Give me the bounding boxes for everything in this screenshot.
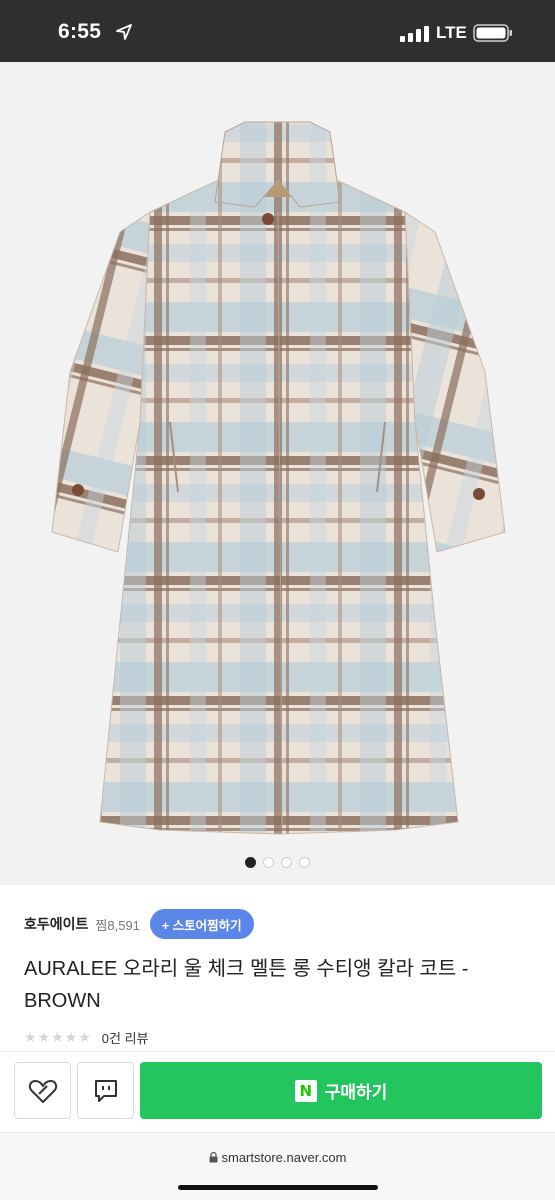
divider bbox=[0, 1051, 555, 1052]
store-info: 호두에이트 찜8,591 + 스토어찜하기 bbox=[24, 908, 254, 940]
buy-label: 구매하기 bbox=[324, 1083, 388, 1102]
signal-bars-icon bbox=[400, 26, 429, 42]
network-label: LTE bbox=[436, 23, 467, 42]
store-fav-button[interactable]: + 스토어찜하기 bbox=[149, 909, 254, 939]
product-image-coat bbox=[51, 121, 506, 835]
home-indicator[interactable] bbox=[178, 1185, 378, 1190]
review-count-link[interactable]: 0건 리뷰 bbox=[102, 1028, 149, 1047]
rating-row: ★★★★★ 0건 리뷰 bbox=[24, 1027, 149, 1047]
rating-stars: ★★★★★ bbox=[24, 1028, 92, 1045]
heart-icon bbox=[28, 1079, 57, 1103]
status-bar: 6:55 LTE bbox=[0, 0, 555, 62]
url-text: smartstore.naver.com bbox=[221, 1150, 347, 1165]
battery-icon bbox=[473, 24, 512, 42]
browser-address-bar: smartstore.naver.com bbox=[0, 1132, 555, 1200]
product-image-carousel[interactable] bbox=[0, 62, 555, 885]
carousel-indicator bbox=[0, 857, 555, 871]
naver-n-icon: N bbox=[294, 1079, 317, 1102]
product-title: AURALEE 오라리 울 체크 멜튼 롱 수티앵 칼라 코트 - BROWN bbox=[24, 958, 469, 1012]
store-fav-count: 찜8,591 bbox=[95, 917, 140, 933]
carousel-dot-active[interactable] bbox=[245, 857, 256, 868]
talk-bubble-icon bbox=[94, 1079, 117, 1102]
url-field[interactable]: smartstore.naver.com bbox=[0, 1150, 555, 1165]
wish-button[interactable] bbox=[14, 1062, 71, 1119]
store-name[interactable]: 호두에이트 bbox=[24, 914, 88, 934]
lock-icon bbox=[209, 1152, 217, 1163]
carousel-dot[interactable] bbox=[299, 857, 310, 868]
location-arrow-icon bbox=[116, 24, 132, 40]
carousel-dot[interactable] bbox=[281, 857, 292, 868]
carousel-dot[interactable] bbox=[263, 857, 274, 868]
buy-button[interactable]: N 구매하기 bbox=[140, 1062, 542, 1119]
talk-button[interactable] bbox=[77, 1062, 134, 1119]
status-time: 6:55 bbox=[58, 20, 102, 43]
